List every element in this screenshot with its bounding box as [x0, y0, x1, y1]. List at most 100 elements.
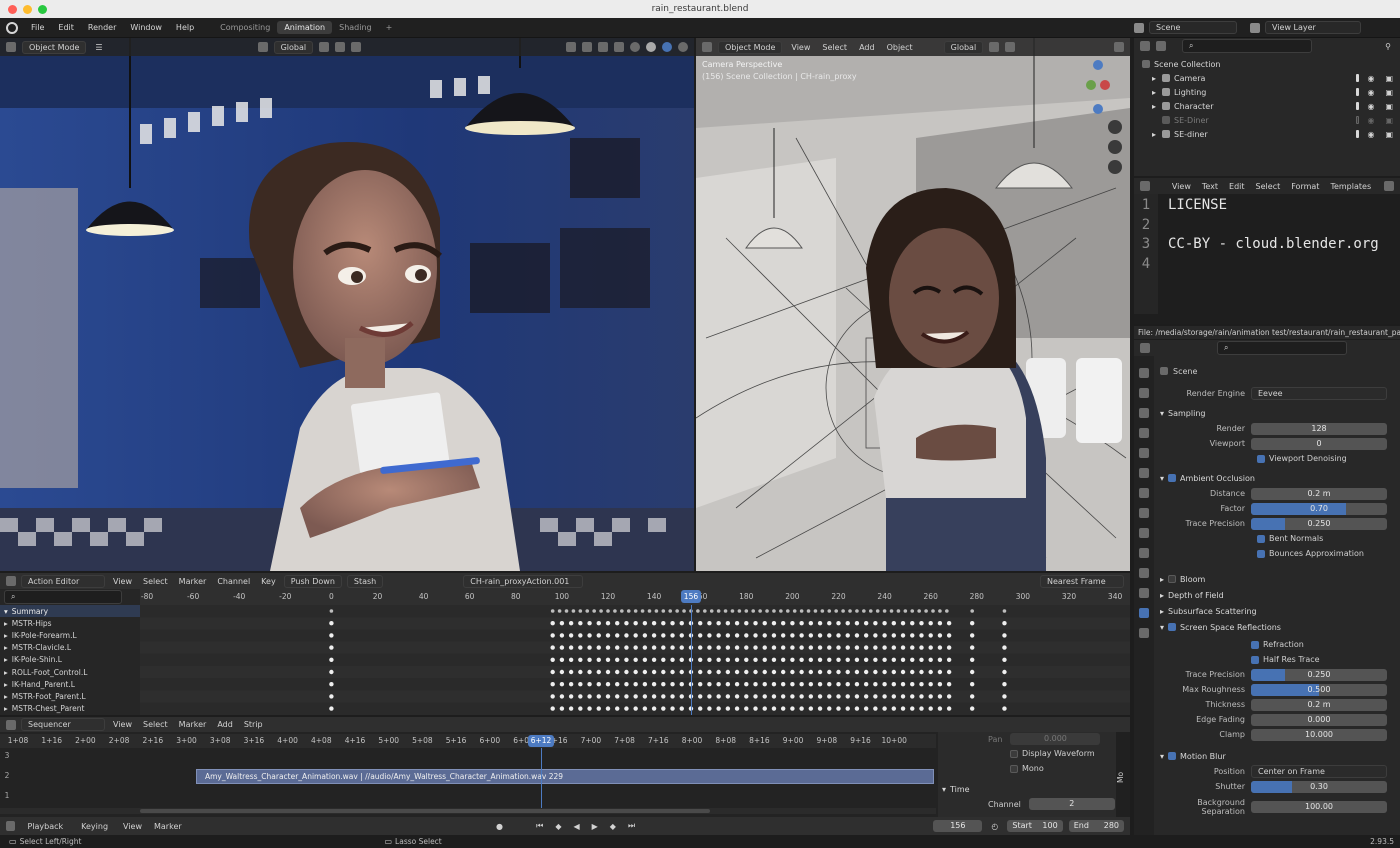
time-panel-header[interactable]: ▾ Time — [938, 781, 1116, 797]
render-samples-field[interactable]: 128 — [1251, 422, 1387, 435]
channel-summary[interactable]: ▾ Summary — [0, 605, 140, 618]
keyframe-marker[interactable] — [587, 682, 592, 687]
keyframe-marker[interactable] — [765, 609, 769, 613]
keyframe-marker[interactable] — [725, 706, 731, 711]
keyframe-marker[interactable] — [624, 645, 629, 650]
keyframe-marker[interactable] — [737, 609, 742, 613]
keyframe-marker[interactable] — [891, 621, 897, 626]
keyframe-marker[interactable] — [559, 706, 565, 711]
stopwatch-icon[interactable]: ◴ — [988, 822, 1001, 831]
dope-sheet-icon[interactable] — [6, 576, 16, 586]
keyframe-marker[interactable] — [928, 694, 933, 699]
keyframe-marker[interactable] — [730, 609, 735, 613]
keyframe-marker[interactable] — [780, 706, 786, 711]
keyframe-marker[interactable] — [661, 645, 666, 650]
keyframe-marker[interactable] — [716, 621, 721, 626]
keyframe-marker[interactable] — [661, 609, 666, 613]
keyframe-marker[interactable] — [937, 645, 943, 650]
keyframe-marker[interactable] — [882, 633, 887, 638]
keyframe-marker[interactable] — [969, 706, 975, 711]
keyframe-marker[interactable] — [827, 609, 832, 613]
keyframe-marker[interactable] — [633, 669, 638, 675]
keyframe-marker[interactable] — [642, 645, 648, 650]
menu-object[interactable]: Object — [884, 43, 916, 52]
eye-icon[interactable]: ◉ — [1364, 74, 1377, 83]
keyframe-marker[interactable] — [937, 706, 943, 711]
keyframe-marker[interactable] — [882, 669, 887, 675]
keyframe-marker[interactable] — [873, 694, 878, 699]
current-time-indicator[interactable]: 6+12 — [528, 735, 554, 747]
keyframe-marker[interactable] — [744, 645, 749, 650]
keyframe-marker[interactable] — [550, 633, 555, 638]
keyframe-marker[interactable] — [651, 682, 657, 687]
keyframe-marker[interactable] — [790, 621, 795, 626]
ao-trace-precision-slider[interactable]: 0.250 — [1251, 517, 1387, 530]
keyframe-marker[interactable] — [578, 609, 583, 613]
keyframe-marker[interactable] — [854, 621, 860, 626]
keyframe-marker[interactable] — [751, 609, 756, 613]
keyframe-marker[interactable] — [642, 706, 648, 711]
rendered-shading-icon[interactable] — [678, 42, 688, 52]
keyframe-marker[interactable] — [945, 609, 949, 613]
menu-file[interactable]: File — [24, 23, 51, 32]
keyframe-marker[interactable] — [928, 645, 933, 650]
keyframe-marker[interactable] — [817, 706, 823, 711]
properties-editor-icon[interactable] — [1140, 343, 1150, 353]
keyframe-marker[interactable] — [753, 657, 758, 662]
keyframe-marker[interactable] — [891, 657, 897, 662]
keyframe-marker[interactable] — [615, 645, 620, 650]
channel-row[interactable]: ▸ IK-Pole-Forearm.L — [0, 629, 140, 641]
keyframe-marker[interactable] — [744, 609, 749, 613]
keyframe-marker[interactable] — [910, 694, 915, 699]
keyframe-marker[interactable] — [854, 633, 860, 638]
keyframe-marker[interactable] — [709, 609, 714, 613]
keyframe-marker[interactable] — [863, 633, 869, 638]
text-editor[interactable]: View Text Edit Select Format Templates 1… — [1134, 178, 1400, 339]
keyframe-marker[interactable] — [836, 633, 841, 638]
viewport-samples-field[interactable]: 0 — [1251, 437, 1387, 450]
keyframe-marker[interactable] — [845, 682, 850, 687]
keyframe-marker[interactable] — [670, 657, 675, 662]
keyframe-marker[interactable] — [762, 669, 767, 675]
keyframe-marker[interactable] — [329, 645, 334, 650]
eye-icon[interactable]: ◉ — [1364, 116, 1377, 125]
keyframe-marker[interactable] — [559, 621, 565, 626]
particles-tab-icon[interactable] — [1139, 528, 1149, 538]
menu-select[interactable]: Select — [1253, 182, 1284, 191]
keyframe-marker[interactable] — [707, 621, 712, 626]
render-camera-icon[interactable]: ▣ — [1382, 102, 1396, 111]
keyframe-marker[interactable] — [661, 633, 666, 638]
keyframe-marker[interactable] — [620, 609, 624, 613]
keyframe-marker[interactable] — [642, 621, 648, 626]
keyframe-marker[interactable] — [817, 645, 823, 650]
keyframe-marker[interactable] — [661, 621, 666, 626]
keyframe-marker[interactable] — [969, 633, 975, 638]
keyframe-marker[interactable] — [651, 645, 657, 650]
menu-view[interactable]: View — [788, 43, 813, 52]
keyframe-marker[interactable] — [854, 694, 860, 699]
keyframe-marker[interactable] — [626, 609, 631, 613]
keyframe-marker[interactable] — [919, 669, 924, 675]
transform-orientation-dropdown[interactable]: Global — [943, 40, 984, 54]
constraints-tab-icon[interactable] — [1139, 568, 1149, 578]
keyframe-marker[interactable] — [873, 706, 878, 711]
keyframe-marker[interactable] — [771, 645, 777, 650]
eye-icon[interactable]: ◉ — [1364, 88, 1377, 97]
keyframe-marker[interactable] — [785, 609, 790, 613]
keyframe-marker[interactable] — [891, 694, 897, 699]
keyframe-marker[interactable] — [836, 657, 841, 662]
keyframe-marker[interactable] — [559, 669, 565, 675]
keyframe-marker[interactable] — [762, 706, 767, 711]
snap-mode-dropdown[interactable]: Nearest Frame — [1040, 574, 1124, 588]
menu-templates[interactable]: Templates — [1327, 182, 1374, 191]
channel-row[interactable]: ▸ MSTR-Chest_Parent — [0, 703, 140, 715]
editor-type-3d-icon[interactable] — [6, 42, 16, 52]
world-tab-icon[interactable] — [1139, 468, 1149, 478]
play-reverse-icon[interactable]: ◀ — [570, 822, 582, 831]
keyframe-marker[interactable] — [937, 633, 943, 638]
keyframe-marker[interactable] — [654, 609, 659, 613]
ao-distance-field[interactable]: 0.2 m — [1251, 487, 1387, 500]
keyframe-marker[interactable] — [661, 657, 666, 662]
keyframe-marker[interactable] — [707, 682, 712, 687]
material-shading-icon[interactable] — [662, 42, 672, 52]
